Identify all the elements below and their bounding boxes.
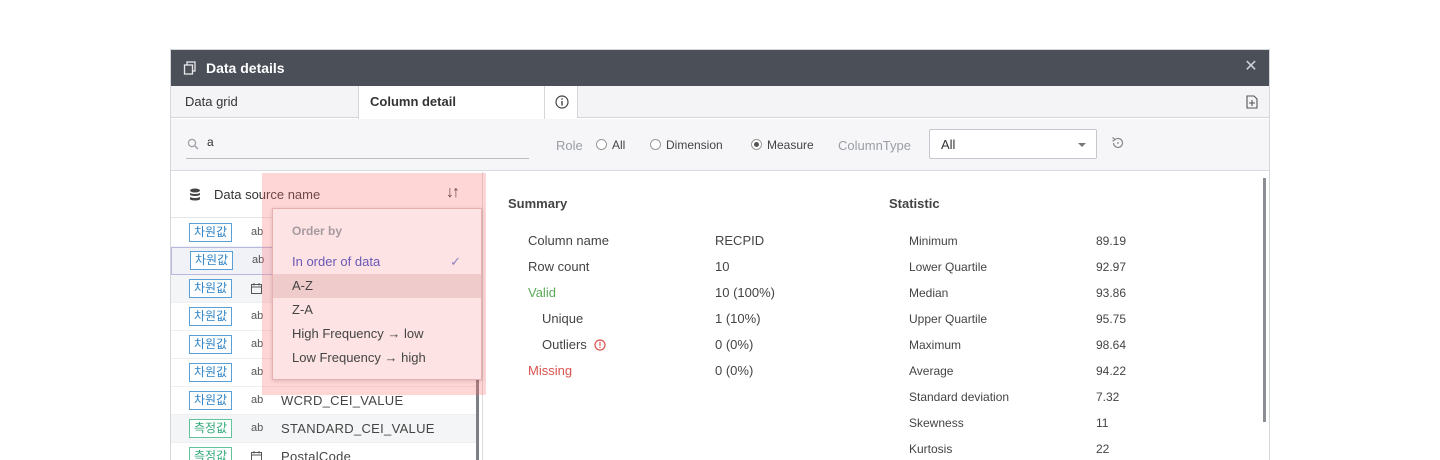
column-type-label: ColumnType xyxy=(838,138,911,153)
statistic-value: 95.75 xyxy=(1096,312,1127,326)
list-item[interactable]: 측정값 PostalCode xyxy=(171,443,477,460)
statistic-value: 92.97 xyxy=(1096,260,1127,274)
column-name: WCRD_CEI_VALUE xyxy=(281,393,404,408)
role-badge: 차원값 xyxy=(190,251,234,270)
summary-label: Column name xyxy=(528,233,609,248)
order-by-header: Order by xyxy=(292,224,343,238)
search-icon xyxy=(187,138,199,150)
column-type-select[interactable]: All xyxy=(929,129,1097,159)
dialog-titlebar: Data details ✕ xyxy=(171,50,1269,86)
statistic-label: Lower Quartile xyxy=(909,260,988,274)
role-badge: 차원값 xyxy=(189,307,233,326)
copy-icon xyxy=(183,61,196,75)
summary-value: 0 (0%) xyxy=(715,363,754,378)
search-box xyxy=(186,129,529,159)
tab-data-grid[interactable]: Data grid xyxy=(171,86,358,118)
menu-item-in-order-of-data[interactable]: In order of data ✓ xyxy=(273,250,481,274)
type-icon: ab xyxy=(251,422,264,434)
radio-circle xyxy=(650,139,661,150)
menu-item-high-frequency[interactable]: High Frequency → low xyxy=(273,322,481,346)
scrollbar[interactable] xyxy=(1263,178,1266,422)
statistic-label: Maximum xyxy=(909,338,962,352)
statistic-label: Average xyxy=(909,364,954,378)
valid-label: Valid xyxy=(528,285,556,300)
statistic-value: 22 xyxy=(1096,442,1110,456)
close-icon[interactable]: ✕ xyxy=(1243,58,1259,76)
calendar-icon xyxy=(251,283,262,294)
missing-label: Missing xyxy=(528,363,573,378)
statistic-label: Upper Quartile xyxy=(909,312,988,326)
summary-title: Summary xyxy=(508,196,568,211)
column-name: STANDARD_CEI_VALUE xyxy=(281,421,435,436)
export-icon[interactable] xyxy=(1245,95,1259,109)
summary-label: Row count xyxy=(528,259,590,274)
statistic-value: 11 xyxy=(1096,416,1109,430)
menu-item-low-frequency[interactable]: Low Frequency → high xyxy=(273,346,481,370)
role-badge: 차원값 xyxy=(189,363,233,382)
summary-value: 1 (10%) xyxy=(715,311,761,326)
role-badge: 차원값 xyxy=(189,391,233,410)
dialog-title: Data details xyxy=(206,60,285,76)
database-icon xyxy=(190,188,200,201)
summary-value: RECPID xyxy=(715,233,765,248)
summary-value: 10 (100%) xyxy=(715,285,775,300)
column-detail-panel: Summary Column name RECPID Row count 10 … xyxy=(484,172,1269,460)
tab-column-detail[interactable]: Column detail xyxy=(358,86,545,119)
chevron-down-icon xyxy=(1078,143,1086,147)
statistic-value: 94.22 xyxy=(1096,364,1127,378)
list-item[interactable]: 측정값 ab STANDARD_CEI_VALUE xyxy=(171,415,477,443)
summary-value: 10 xyxy=(715,259,730,274)
check-icon: ✓ xyxy=(450,254,461,269)
column-type-value: All xyxy=(941,137,956,152)
statistic-label: Kurtosis xyxy=(909,442,953,456)
role-badge: 측정값 xyxy=(189,447,233,460)
filter-bar: Role All Dimension Measure ColumnType Al… xyxy=(171,119,1269,171)
warning-icon xyxy=(594,339,606,351)
menu-item-a-z[interactable]: A-Z xyxy=(273,274,481,298)
role-label: Role xyxy=(556,138,583,153)
statistic-label: Skewness xyxy=(909,416,964,430)
statistic-label: Median xyxy=(909,286,949,300)
info-tab[interactable] xyxy=(545,86,578,118)
statistic-label: Minimum xyxy=(909,234,958,248)
role-badge: 차원값 xyxy=(189,279,233,298)
radio-circle-selected xyxy=(751,139,762,150)
info-icon xyxy=(555,95,569,109)
role-badge: 측정값 xyxy=(189,419,233,438)
role-badge: 차원값 xyxy=(189,335,233,354)
type-icon: ab xyxy=(251,394,264,406)
role-badge: 차원값 xyxy=(189,223,233,242)
statistic-value: 98.64 xyxy=(1096,338,1127,352)
statistic-label: Standard deviation xyxy=(909,390,1010,404)
summary-label: Unique xyxy=(542,311,584,326)
menu-item-z-a[interactable]: Z-A xyxy=(273,298,481,322)
reset-icon[interactable] xyxy=(1110,135,1126,151)
statistic-title: Statistic xyxy=(889,196,940,211)
summary-value: 0 (0%) xyxy=(715,337,754,352)
statistic-value: 89.19 xyxy=(1096,234,1127,248)
column-name: PostalCode xyxy=(281,449,352,460)
summary-label: Outliers xyxy=(542,337,587,352)
search-input[interactable] xyxy=(207,135,517,149)
tab-bar: Data grid Column detail xyxy=(171,86,1269,119)
order-by-menu: Order by In order of data ✓ A-Z Z-A High… xyxy=(272,208,482,380)
statistic-value: 7.32 xyxy=(1096,390,1120,404)
calendar-icon xyxy=(251,451,262,460)
radio-circle xyxy=(596,139,607,150)
statistic-value: 93.86 xyxy=(1096,286,1127,300)
